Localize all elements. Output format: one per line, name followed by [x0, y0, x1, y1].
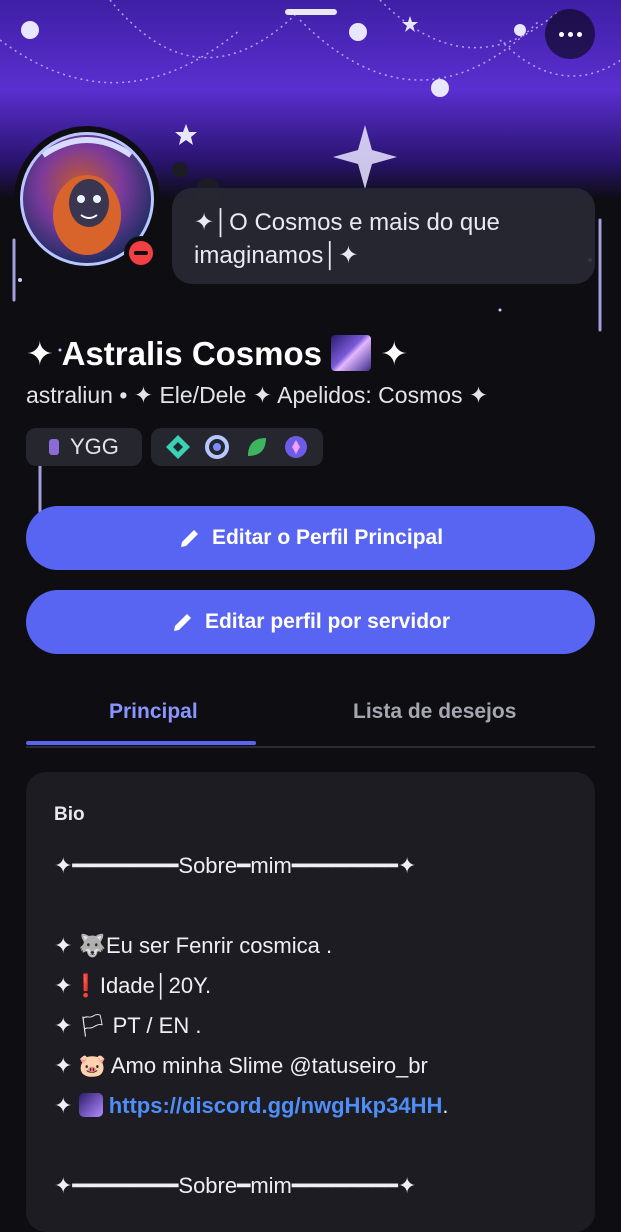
custom-status-text: ✦│O Cosmos e mais do que imaginamos│✦ [194, 209, 500, 269]
more-options-button[interactable] [545, 9, 595, 59]
bio-line-prefix: ✦ [54, 1093, 73, 1118]
bio-line-suffix: . [442, 1093, 449, 1118]
bio-line: ✦━━━━━━━━Sobre━mim━━━━━━━━✦ [54, 853, 417, 878]
drag-handle[interactable] [285, 9, 337, 15]
hypesquad-balance-icon[interactable] [165, 434, 191, 460]
dot-icon [576, 31, 582, 37]
nitro-laurel-icon[interactable] [204, 434, 230, 460]
tab-wishlist[interactable]: Lista de desejos [353, 700, 516, 724]
bio-line: ✦━━━━━━━━Sobre━mim━━━━━━━━✦ [54, 1173, 417, 1198]
server-tag-label: YGG [70, 434, 119, 459]
display-name-suffix: ✦ [380, 335, 409, 372]
username-line: astraliun • ✦ Ele/Dele ✦ Apelidos: Cosmo… [26, 382, 488, 409]
server-tag-icon [49, 439, 59, 455]
profile-tabs: Principal Lista de desejos [26, 680, 595, 748]
active-tab-indicator [26, 741, 256, 745]
tab-principal[interactable]: Principal [109, 700, 198, 724]
thought-dot [172, 162, 188, 178]
bio-line: ✦❗Idade│20Y. [54, 973, 212, 998]
edit-main-profile-label: Editar o Perfil Principal [211, 526, 444, 549]
pencil-icon [180, 530, 198, 547]
pencil-icon [173, 614, 191, 631]
edit-server-profile-label: Editar perfil por servidor [204, 610, 451, 633]
badge-row [151, 428, 323, 466]
dnd-status-icon [124, 236, 158, 270]
edit-server-profile-button[interactable]: Editar perfil por servidor [26, 590, 595, 654]
separator: • [119, 382, 128, 408]
bio-link-line: ✦ https://discord.gg/nwgHkp34HH. [54, 1086, 567, 1126]
username[interactable]: astraliun [26, 382, 113, 408]
bio-title: Bio [54, 804, 85, 825]
display-name: ✦ Astralis Cosmos ✦ [26, 334, 408, 373]
dot-icon [558, 31, 564, 37]
leaf-icon[interactable] [244, 434, 270, 460]
bio-line: ✦ 🐺Eu ser Fenrir cosmica . [54, 933, 333, 958]
bio-line: ✦ 🐷 Amo minha Slime @tatuseiro_br [54, 1053, 428, 1078]
custom-status[interactable]: ✦│O Cosmos e mais do que imaginamos│✦ [172, 188, 595, 284]
bio-blank-line [54, 886, 567, 926]
bio-card: Bio ✦━━━━━━━━Sobre━mim━━━━━━━━✦ ✦ 🐺Eu se… [26, 772, 595, 1232]
bio-line: ✦ 🏳 PT / EN . [54, 1013, 202, 1038]
invite-link[interactable]: https://discord.gg/nwgHkp34HH [109, 1093, 443, 1118]
quest-orb-icon[interactable] [283, 434, 309, 460]
galaxy-emoji-icon [78, 1093, 103, 1117]
pronouns: ✦ Ele/Dele ✦ Apelidos: Cosmos ✦ [133, 382, 489, 408]
server-tag[interactable]: YGG [26, 428, 142, 466]
galaxy-emoji-icon [331, 335, 372, 371]
bio-blank-line [54, 1126, 567, 1166]
display-name-text: ✦ Astralis Cosmos [26, 335, 323, 372]
dot-icon [567, 31, 573, 37]
edit-main-profile-button[interactable]: Editar o Perfil Principal [26, 506, 595, 570]
